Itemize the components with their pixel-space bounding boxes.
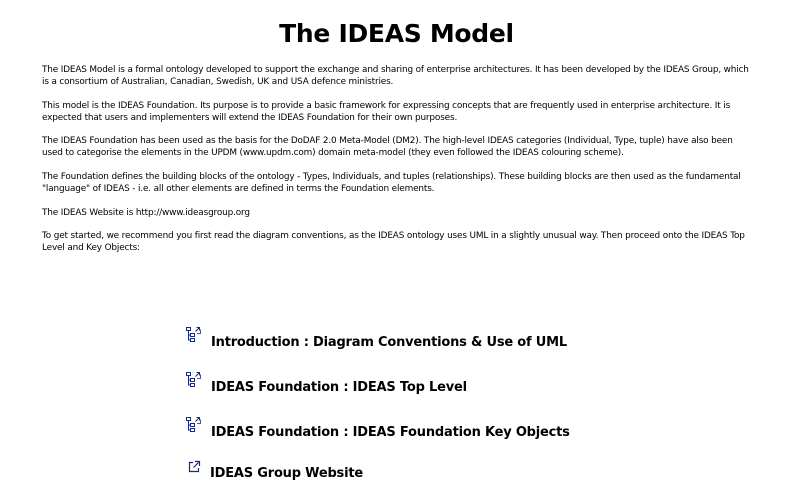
diagram-link-top-level[interactable]: IDEAS Foundation : IDEAS Top Level	[185, 365, 467, 395]
diagram-link-conventions[interactable]: Introduction : Diagram Conventions & Use…	[185, 320, 567, 350]
diagram-link-key-objects[interactable]: IDEAS Foundation : IDEAS Foundation Key …	[185, 410, 570, 440]
external-link-icon[interactable]	[186, 459, 204, 477]
diagram-link-label[interactable]: IDEAS Foundation : IDEAS Foundation Key …	[211, 425, 570, 440]
intro-paragraph-overview: The IDEAS Model is a formal ontology dev…	[42, 65, 749, 88]
diagram-link-icon[interactable]	[185, 371, 203, 389]
intro-paragraph-foundation: This model is the IDEAS Foundation. Its …	[42, 100, 731, 123]
external-link-ideas-website[interactable]: IDEAS Group Website	[186, 454, 363, 481]
diagram-link-label[interactable]: Introduction : Diagram Conventions & Use…	[211, 335, 567, 350]
external-link-label[interactable]: IDEAS Group Website	[210, 466, 363, 481]
intro-paragraph-building-blocks: The Foundation defines the building bloc…	[42, 172, 741, 195]
intro-paragraph-dodaf: The IDEAS Foundation has been used as th…	[42, 136, 733, 159]
diagram-link-icon[interactable]	[185, 416, 203, 434]
intro-paragraph-website: The IDEAS Website is http://www.ideasgro…	[42, 207, 250, 218]
diagram-link-icon[interactable]	[185, 326, 203, 344]
intro-paragraph-getting-started: To get started, we recommend you first r…	[42, 231, 745, 254]
diagram-link-label[interactable]: IDEAS Foundation : IDEAS Top Level	[211, 380, 467, 395]
page-title: The IDEAS Model	[279, 19, 514, 48]
intro-text: The IDEAS Model is a formal ontology dev…	[42, 64, 754, 266]
